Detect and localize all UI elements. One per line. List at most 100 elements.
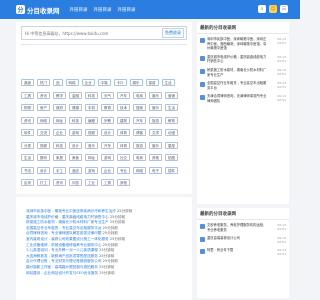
category-tag[interactable]: 其他 — [117, 179, 130, 186]
category-tag[interactable]: 生活 — [21, 154, 34, 161]
category-tag[interactable]: 建筑 — [117, 116, 130, 124]
category-tag[interactable]: 娱乐 — [149, 91, 162, 99]
category-tag[interactable]: 游戏 — [85, 166, 98, 174]
category-tag[interactable]: 星座 — [165, 141, 178, 149]
category-tag[interactable]: 网址 — [53, 116, 66, 124]
bookmark-icon[interactable]: ☰ — [280, 5, 288, 13]
category-tag[interactable]: 汽车 — [117, 91, 130, 99]
category-tag[interactable]: 文学 — [149, 129, 162, 136]
smile-icon[interactable]: ☺ — [269, 5, 277, 13]
sidebar-item[interactable]: 全国高空作业车租赁 - 专业高空车出租服务平台 06-13 02:51 — [200, 81, 286, 90]
category-tag[interactable]: 网络 — [37, 116, 50, 124]
category-tag[interactable]: 购物 — [21, 104, 34, 111]
category-tag[interactable]: 数码 — [37, 154, 50, 161]
category-tag[interactable]: 手机 — [85, 104, 98, 111]
category-tag[interactable]: 宗教 — [101, 116, 114, 124]
sidebar-item[interactable]: 重庆城市电线杆价格 - 重庆鼎鑫线缆电力杆销售中心 06-13 02:51 — [200, 55, 286, 64]
sidebar-item-title[interactable]: 全国高空作业车租赁 - 专业高空车出租服务平台 — [207, 81, 268, 90]
category-tag[interactable]: 音乐 — [85, 141, 98, 149]
category-tag[interactable]: 生活 — [161, 79, 175, 86]
category-tag[interactable]: 旅游 — [133, 141, 146, 149]
category-tag[interactable]: 家居 — [53, 154, 66, 161]
sidebar-item[interactable]: 阿里 · 商业年下载 06-13 02:51 — [200, 248, 286, 256]
category-tag[interactable]: 体育 — [117, 129, 130, 136]
category-tag[interactable]: 网址 — [85, 154, 98, 161]
category-tag[interactable]: 视频 — [37, 141, 50, 149]
category-tag[interactable]: 分类 — [21, 141, 34, 149]
category-tag[interactable]: 保费 — [145, 79, 159, 86]
sidebar-item[interactable]: 深圳市民族中医，深圳曦艳中医，深圳正骨中医，湘西曦艳，深圳曦艳中医馆，亳州曦艳中… — [200, 37, 286, 51]
sidebar-item[interactable]: 桥梁施工防水卷材，湖南长沙防水材料厂家专业生产 06-13 02:51 — [200, 68, 286, 77]
category-tag[interactable]: 博客 — [133, 129, 146, 136]
category-tag[interactable]: 电子 — [149, 166, 162, 174]
list-item-title[interactable]: 网站建设 - 企业网站设计开发与SEO优化服务 — [26, 271, 98, 275]
category-tag[interactable]: 电商 — [133, 91, 146, 99]
category-tag[interactable]: 营销 — [165, 91, 178, 99]
sidebar-item[interactable]: 重庆高端装修设计公司 06-13 02:51 — [200, 236, 286, 244]
sidebar-item-title[interactable]: 重庆高端装修设计公司 — [207, 236, 268, 244]
category-tag[interactable]: 科技 — [53, 141, 66, 149]
category-tag[interactable]: 政府 — [53, 104, 66, 111]
category-tag[interactable]: 工业 — [85, 179, 98, 186]
site-logo[interactable]: 分 分目收录网 — [16, 5, 60, 15]
category-tag[interactable]: 教学 — [53, 91, 66, 99]
category-tag[interactable]: 科技 — [85, 91, 98, 99]
category-tag[interactable]: 游戏 — [101, 154, 114, 161]
category-tag[interactable]: 设计 — [101, 129, 114, 136]
category-tag[interactable]: 美食 — [69, 154, 82, 161]
category-tag[interactable]: 编程 — [85, 116, 98, 124]
category-tag[interactable]: 热门 — [37, 79, 50, 86]
search-icon[interactable]: ⌕ — [258, 5, 266, 13]
category-tag[interactable]: 搜索 — [133, 104, 146, 111]
category-tag[interactable]: 网络 — [65, 79, 79, 86]
nav-link[interactable]: 外链目录 — [94, 7, 112, 13]
category-tag[interactable]: 汽车 — [101, 141, 114, 149]
nav-link[interactable]: 外链目录 — [70, 7, 88, 13]
category-tag[interactable]: 区块 — [21, 179, 34, 186]
list-item-title[interactable]: 全国高空作业车租赁 - 专业高空车出租服务平台 — [26, 226, 101, 230]
category-tag[interactable]: 教育 — [165, 116, 178, 124]
nav-link[interactable]: 外链目录 — [118, 7, 136, 13]
sidebar-item[interactable]: 天津合同律师咨询，天津律师事务所专业律师团队 06-13 02:51 — [200, 94, 286, 103]
category-tag[interactable]: 企业 — [101, 166, 114, 174]
category-tag[interactable]: 其他 — [149, 154, 162, 161]
submit-button[interactable]: 免费收录 — [162, 28, 184, 38]
category-tag[interactable]: 资讯 — [37, 91, 50, 99]
category-tag[interactable]: 资讯 — [53, 179, 66, 186]
category-tag[interactable]: 教育 — [101, 104, 114, 111]
category-tag[interactable]: 天气 — [101, 91, 114, 99]
category-tag[interactable]: 企业 — [53, 129, 66, 136]
list-item-title[interactable]: 深圳市民族中医 - 曦艳专业中医皮肤疾病诊疗和养生治疗 — [26, 209, 116, 213]
category-tag[interactable]: 工具 — [21, 91, 34, 99]
category-tag[interactable]: 房产 — [37, 104, 50, 111]
category-tag[interactable]: 设计 — [69, 141, 82, 149]
category-tag[interactable]: 网络 — [133, 166, 146, 174]
category-tag[interactable]: 视频 — [85, 129, 98, 136]
category-tag[interactable]: 娱乐 — [149, 104, 162, 111]
sidebar-item-title[interactable]: 重庆城市电线杆价格 - 重庆鼎鑫线缆电力杆销售中心 — [207, 55, 268, 64]
category-tag[interactable]: 社交 — [117, 154, 130, 161]
category-tag[interactable]: 书法 — [21, 166, 34, 174]
category-tag[interactable]: 酒店 — [69, 166, 82, 174]
category-tag[interactable]: 资讯 — [21, 116, 34, 124]
list-item-title[interactable]: 大连海鲜批发 - 新鲜海产品批发零售配送服务 — [26, 254, 98, 258]
category-tag[interactable]: 软件 — [21, 129, 34, 136]
category-tag[interactable]: 问答 — [69, 179, 82, 186]
category-tag[interactable]: 企业 — [81, 79, 95, 86]
category-tag[interactable]: 中端 — [97, 79, 111, 86]
sidebar-item-title[interactable]: 阿里 · 商业年下载 — [207, 248, 268, 256]
list-item-title[interactable]: 重庆城市电线杆价格 - 重庆鼎鑫线缆电力杆销售中心 — [26, 215, 109, 219]
list-item-title[interactable]: 合同律师咨询 - 专业律师团队解答各类法律问题 — [26, 231, 101, 235]
sidebar-item[interactable]: 文秒养老服务，养老护理服务机构运营，专业养老服务 06-13 02:51 — [200, 223, 286, 232]
category-tag[interactable]: 打工 — [37, 179, 50, 186]
category-tag[interactable]: 插件 — [165, 166, 178, 174]
category-tag[interactable]: 技术 — [117, 104, 130, 111]
search-input[interactable] — [22, 30, 162, 36]
list-item-title[interactable]: 室内装修设计 - 装修公司效果图设计施工一体化服务 — [26, 237, 109, 241]
category-tag[interactable]: 生活 — [165, 104, 178, 111]
list-item[interactable]: 网站建设 - 企业网站设计开发与SEO优化服务 25分钟前 — [26, 271, 182, 277]
category-tag[interactable]: 工具 — [101, 179, 114, 186]
list-item-title[interactable]: 婚纱摄影工作室 - 高端婚纱照拍摄与旅拍服务 — [26, 265, 98, 269]
list-item-title[interactable]: 会计代理记账 - 专业财务代理记账报税服务公司 — [26, 259, 101, 263]
category-tag[interactable]: 桌面 — [21, 79, 34, 86]
